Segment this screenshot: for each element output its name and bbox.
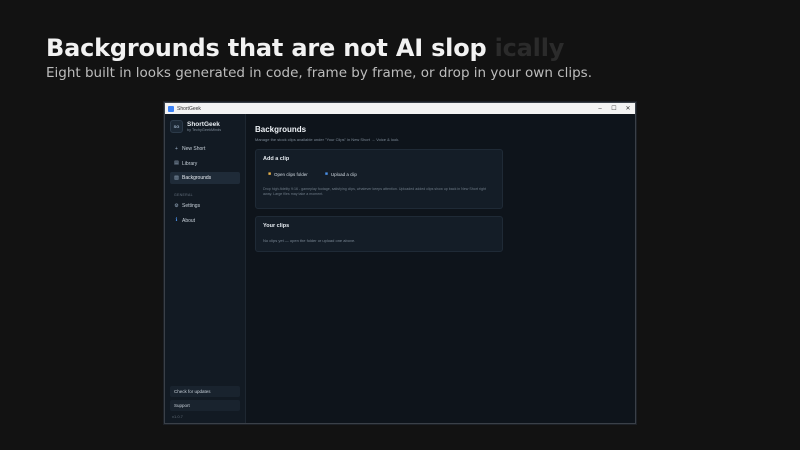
open-clips-folder-button[interactable]: ■ Open clips folder — [263, 169, 313, 179]
support-button[interactable]: Support — [170, 400, 240, 411]
page-subtitle: Manage the stock clips available under "… — [255, 137, 400, 142]
plus-icon: + — [175, 145, 178, 152]
brand: SG ShortGeek by TechyGeekMinds — [165, 114, 245, 133]
library-icon: ▤ — [174, 160, 179, 166]
version-label: v1.0.7 — [172, 414, 183, 419]
maximize-button[interactable]: ☐ — [607, 103, 621, 114]
add-clip-actions: ■ Open clips folder ■ Upload a clip — [263, 169, 495, 179]
backgrounds-icon: ▧ — [174, 174, 179, 181]
hero-title: Backgrounds that are not AI slop ically — [46, 34, 564, 62]
sidebar-item-label: Library — [182, 160, 198, 167]
window-titlebar: ShortGeek – ☐ ✕ — [165, 103, 635, 114]
app-icon — [168, 105, 174, 112]
your-clips-title: Your clips — [263, 223, 290, 229]
add-clip-card: Add a clip ■ Open clips folder ■ Upload … — [255, 149, 503, 209]
brand-byline: by TechyGeekMinds — [187, 128, 222, 132]
your-clips-card: Your clips No clips yet — open the folde… — [255, 216, 503, 252]
sidebar-nav-general: ⚙ Settings ℹ About — [165, 200, 245, 227]
section-label-general: GENERAL — [174, 193, 193, 197]
upload-clip-label: Upload a clip — [330, 171, 357, 177]
gear-icon: ⚙ — [174, 202, 179, 209]
open-clips-folder-label: Open clips folder — [274, 171, 308, 177]
sidebar-item-label: Settings — [182, 203, 201, 209]
sidebar-item-library[interactable]: ▤ Library — [170, 158, 240, 170]
close-button[interactable]: ✕ — [621, 103, 635, 114]
info-icon: ℹ — [175, 217, 178, 223]
sidebar-item-backgrounds[interactable]: ▧ Backgrounds — [170, 172, 240, 184]
sidebar-nav: + New Short ▤ Library ▧ Backgrounds — [165, 143, 245, 184]
add-clip-description: Drop high-fidelity 9:16 - gameplay foota… — [263, 187, 486, 196]
sidebar-item-label: New Short — [182, 146, 206, 152]
brand-name: ShortGeek — [187, 121, 220, 128]
upload-icon: ■ — [324, 171, 328, 177]
sidebar-item-about[interactable]: ℹ About — [170, 215, 240, 227]
page-title: Backgrounds — [255, 125, 307, 134]
window-controls: – ☐ ✕ — [593, 103, 635, 114]
upload-clip-button[interactable]: ■ Upload a clip — [320, 169, 362, 179]
sidebar-item-settings[interactable]: ⚙ Settings — [170, 200, 240, 212]
sidebar-item-label: Backgrounds — [182, 175, 212, 181]
hero-title-text: Backgrounds that are not AI slop — [46, 34, 487, 62]
your-clips-empty: No clips yet — open the folder or upload… — [263, 238, 356, 243]
sidebar-item-new-short[interactable]: + New Short — [170, 143, 240, 155]
hero-title-ghost: ically — [494, 34, 565, 62]
check-updates-button[interactable]: Check for updates — [170, 386, 240, 397]
minimize-button[interactable]: – — [593, 103, 607, 114]
brand-avatar: SG — [170, 120, 183, 133]
sidebar-footer: Check for updates Support v1.0.7 — [170, 386, 240, 419]
main-content: Backgrounds Manage the stock clips avail… — [246, 114, 635, 423]
window-title: ShortGeek — [177, 105, 201, 112]
hero-subtitle: Eight built in looks generated in code, … — [46, 65, 593, 81]
add-clip-title: Add a clip — [263, 156, 290, 162]
app-body: SG ShortGeek by TechyGeekMinds + New Sho… — [165, 114, 635, 423]
sidebar-item-label: About — [182, 217, 196, 224]
sidebar: SG ShortGeek by TechyGeekMinds + New Sho… — [165, 114, 246, 423]
folder-icon: ■ — [268, 171, 272, 177]
app-window: ShortGeek – ☐ ✕ SG ShortGeek by TechyGee… — [164, 102, 636, 424]
